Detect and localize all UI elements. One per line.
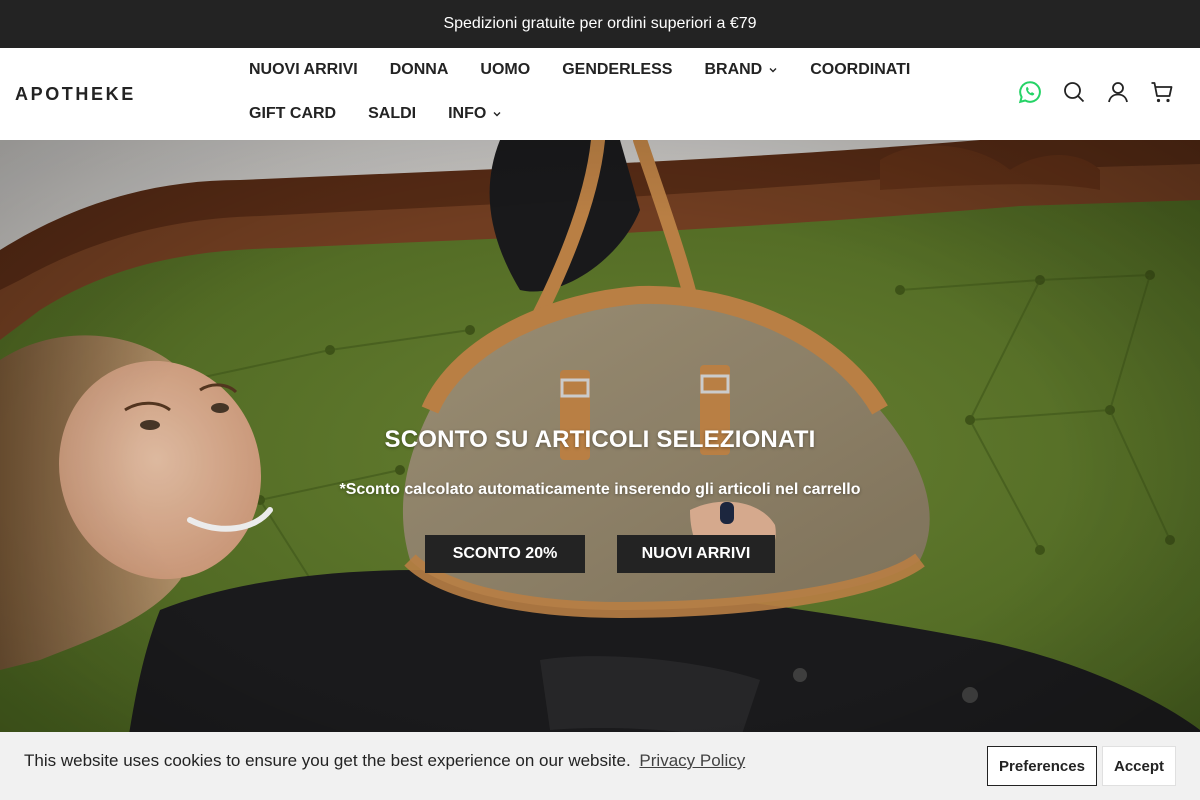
cart-icon[interactable] (1150, 80, 1174, 104)
hero-content: SCONTO SU ARTICOLI SELEZIONATI *Sconto c… (0, 140, 1200, 800)
nav-item-label: SALDI (368, 105, 417, 122)
nav-item-saldi[interactable]: SALDI (368, 105, 416, 123)
nuovi-arrivi-button[interactable]: NUOVI ARRIVI (617, 535, 775, 573)
chevron-down-icon (493, 112, 501, 117)
nav-item-label: NUOVI ARRIVI (249, 61, 358, 78)
nav-row-2: GIFT CARD SALDI INFO (249, 92, 949, 136)
whatsapp-icon[interactable] (1018, 80, 1042, 104)
sconto-button[interactable]: SCONTO 20% (425, 535, 585, 573)
nav-item-label: GIFT CARD (249, 105, 337, 122)
site-header: APOTHEKE NUOVI ARRIVI DONNA UOMO GENDERL… (0, 48, 1200, 140)
nav-row-1: NUOVI ARRIVI DONNA UOMO GENDERLESS BRAND… (249, 48, 949, 92)
announcement-text: Spedizioni gratuite per ordini superiori… (443, 15, 757, 32)
cookie-text: This website uses cookies to ensure you … (24, 751, 631, 770)
cookie-banner: This website uses cookies to ensure you … (0, 732, 1200, 800)
nav-item-coordinati[interactable]: COORDINATI (810, 61, 910, 79)
nav-item-label: INFO (448, 105, 487, 122)
chevron-down-icon (769, 68, 777, 73)
nav-item-label: UOMO (480, 61, 531, 78)
preferences-button[interactable]: Preferences (987, 746, 1097, 786)
announcement-bar: Spedizioni gratuite per ordini superiori… (0, 0, 1200, 48)
logo[interactable]: APOTHEKE (15, 84, 136, 105)
nav-item-genderless[interactable]: GENDERLESS (562, 61, 672, 79)
cookie-message: This website uses cookies to ensure you … (24, 751, 745, 771)
nav-item-nuovi-arrivi[interactable]: NUOVI ARRIVI (249, 61, 358, 79)
nav-item-info[interactable]: INFO (448, 105, 502, 123)
accept-button[interactable]: Accept (1102, 746, 1176, 786)
nav-item-label: DONNA (389, 61, 449, 78)
nav-item-label: COORDINATI (810, 61, 911, 78)
hero-subtitle: *Sconto calcolato automaticamente insere… (339, 481, 861, 498)
nav-item-brand[interactable]: BRAND (704, 61, 778, 79)
account-icon[interactable] (1106, 80, 1130, 104)
hero-banner[interactable]: SCONTO SU ARTICOLI SELEZIONATI *Sconto c… (0, 140, 1200, 800)
search-icon[interactable] (1062, 80, 1086, 104)
main-nav: NUOVI ARRIVI DONNA UOMO GENDERLESS BRAND… (249, 48, 949, 136)
privacy-policy-link[interactable]: Privacy Policy (639, 751, 745, 770)
nav-item-donna[interactable]: DONNA (390, 61, 449, 79)
nav-item-label: BRAND (704, 61, 763, 78)
header-icons (1018, 80, 1174, 104)
nav-item-label: GENDERLESS (562, 61, 673, 78)
nav-item-gift-card[interactable]: GIFT CARD (249, 105, 336, 123)
nav-item-uomo[interactable]: UOMO (480, 61, 530, 79)
hero-title: SCONTO SU ARTICOLI SELEZIONATI (384, 426, 816, 453)
